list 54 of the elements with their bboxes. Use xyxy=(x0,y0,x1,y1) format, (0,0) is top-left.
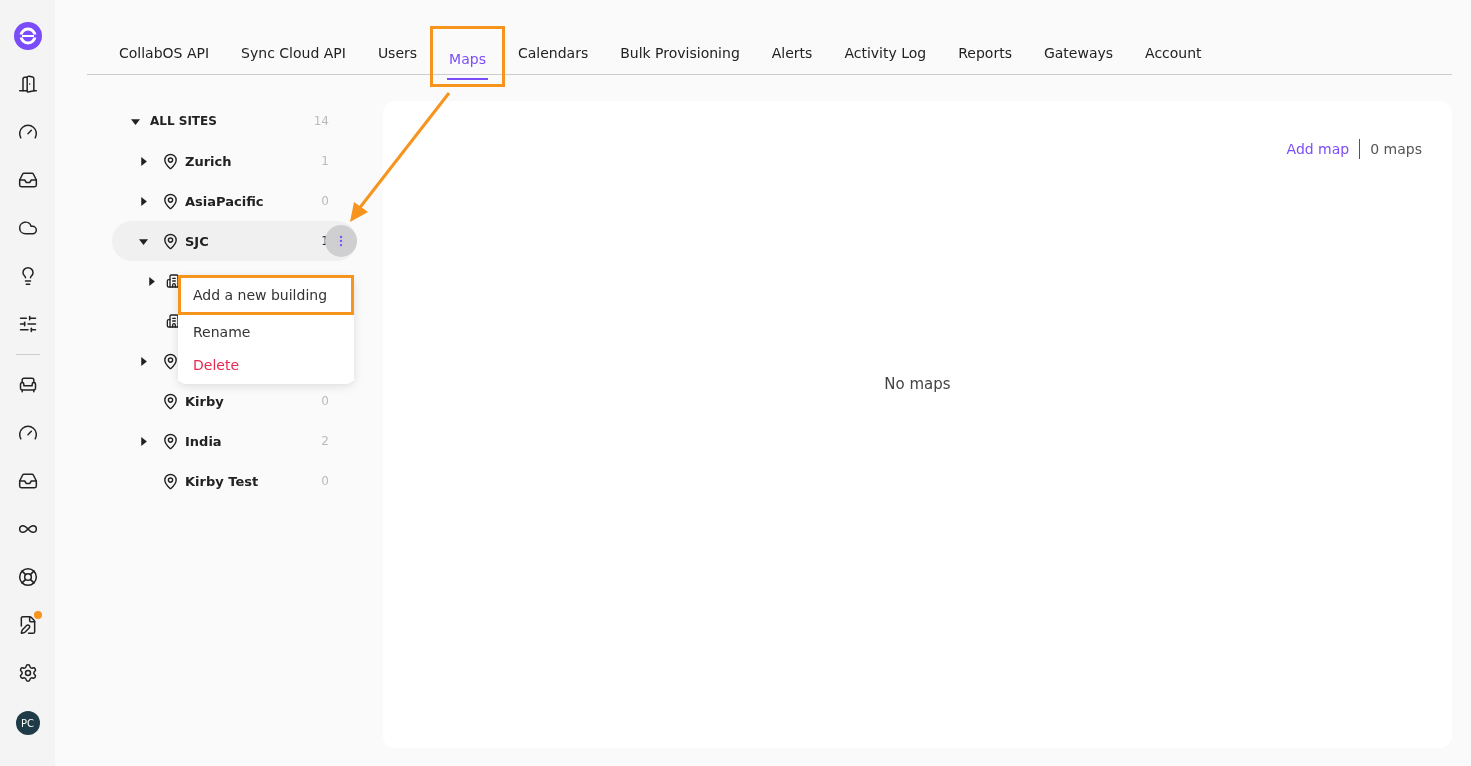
settings-icon[interactable] xyxy=(17,663,38,683)
pin-icon xyxy=(162,152,179,170)
logo-icon[interactable] xyxy=(13,22,42,50)
pin-icon xyxy=(162,392,179,410)
pin-icon xyxy=(162,432,179,450)
chair-icon[interactable] xyxy=(17,375,38,395)
all-sites-label[interactable]: ALL SITES xyxy=(150,114,309,128)
site-count: 0 xyxy=(320,194,329,208)
cloud-icon[interactable] xyxy=(17,218,38,238)
inbox-icon[interactable] xyxy=(17,170,38,190)
door-icon[interactable] xyxy=(17,74,38,94)
menu-item[interactable]: Delete xyxy=(178,348,354,381)
site-name[interactable]: India xyxy=(185,433,309,449)
avatar[interactable]: PC xyxy=(15,711,40,735)
gauge-icon[interactable] xyxy=(17,122,38,142)
tab[interactable]: Sync Cloud API xyxy=(225,45,362,74)
sliders-icon[interactable] xyxy=(17,314,38,334)
add-map-link[interactable]: Add map xyxy=(1286,141,1350,157)
site-count: 1 xyxy=(320,154,329,168)
pin-icon xyxy=(162,232,179,250)
site-name[interactable]: SJC xyxy=(185,233,309,249)
site-count: 2 xyxy=(320,434,329,448)
map-count: 0 maps xyxy=(1370,141,1422,157)
caret-icon[interactable] xyxy=(138,236,148,246)
caret-icon[interactable] xyxy=(138,156,148,166)
lifebuoy-icon[interactable] xyxy=(17,567,38,587)
site-name[interactable]: Kirby Test xyxy=(185,473,309,489)
tab[interactable]: Reports xyxy=(942,45,1028,74)
tab[interactable]: Maps xyxy=(430,26,505,87)
caret-icon[interactable] xyxy=(138,196,148,206)
site-count: 14 xyxy=(312,114,329,128)
site-count: 0 xyxy=(320,474,329,488)
empty-message: No maps xyxy=(884,374,951,393)
site-name[interactable]: Kirby xyxy=(185,393,309,409)
menu-item[interactable]: Add a new building xyxy=(178,275,354,315)
caret-icon[interactable] xyxy=(146,276,156,286)
pin-icon xyxy=(162,472,179,490)
pin-icon xyxy=(162,352,179,370)
tab[interactable]: Gateways xyxy=(1027,45,1130,74)
caret-icon[interactable] xyxy=(130,116,140,126)
menu-item[interactable]: Rename xyxy=(178,315,354,348)
caret-icon[interactable] xyxy=(138,356,148,366)
tab[interactable]: Bulk Provisioning xyxy=(604,45,756,74)
site-count: 0 xyxy=(320,394,329,408)
caret-icon[interactable] xyxy=(138,436,148,446)
pin-icon xyxy=(162,192,179,210)
tab[interactable]: Activity Log xyxy=(828,45,943,74)
site-name[interactable]: Zurich xyxy=(185,153,309,169)
tab[interactable]: Account xyxy=(1129,45,1218,74)
inbox-icon[interactable] xyxy=(17,471,38,491)
tab[interactable]: CollabOS API xyxy=(103,45,226,74)
tab[interactable]: Alerts xyxy=(755,45,829,74)
site-name[interactable]: AsiaPacific xyxy=(185,193,309,209)
gauge-icon[interactable] xyxy=(17,423,38,443)
